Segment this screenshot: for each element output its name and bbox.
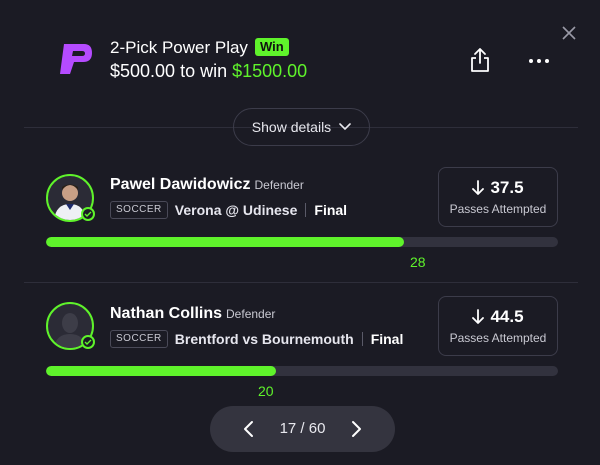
stat-type: Passes Attempted bbox=[449, 202, 547, 216]
show-details-label: Show details bbox=[251, 119, 332, 135]
more-options-icon[interactable] bbox=[527, 57, 551, 65]
player-name: Pawel Dawidowicz Defender bbox=[110, 176, 304, 194]
entry-amount: $500.00 to win bbox=[110, 61, 228, 81]
player-name-text: Pawel Dawidowicz bbox=[110, 176, 251, 193]
arrow-down-icon bbox=[472, 180, 485, 195]
app-logo-icon bbox=[60, 44, 92, 74]
entry-type: 2-Pick Power Play bbox=[110, 38, 248, 57]
result-badge: Win bbox=[254, 38, 289, 56]
matchup: Brentford vs Bournemouth bbox=[174, 331, 354, 347]
entry-title: 2-Pick Power Play Win bbox=[110, 38, 289, 58]
chevron-down-icon bbox=[339, 123, 351, 131]
verified-check-icon bbox=[81, 207, 95, 221]
stat-type: Passes Attempted bbox=[449, 331, 547, 345]
match-info: SOCCER Brentford vs Bournemouth Final bbox=[110, 330, 403, 348]
chevron-right-icon[interactable] bbox=[351, 420, 363, 438]
separator bbox=[305, 203, 307, 217]
pagination: 17 / 60 bbox=[210, 406, 395, 452]
share-icon[interactable] bbox=[469, 47, 491, 73]
progress-fill bbox=[46, 366, 277, 376]
verified-check-icon bbox=[81, 335, 95, 349]
page-counter: 17 / 60 bbox=[279, 420, 326, 437]
player-name-text: Nathan Collins bbox=[110, 305, 223, 322]
progress-track bbox=[46, 237, 558, 247]
sport-tag: SOCCER bbox=[110, 201, 168, 219]
arrow-down-icon bbox=[472, 309, 485, 324]
actual-value: 28 bbox=[410, 254, 426, 270]
projection-box: 44.5 Passes Attempted bbox=[438, 296, 558, 356]
projection-line: 37.5 bbox=[490, 178, 524, 197]
projection-box: 37.5 Passes Attempted bbox=[438, 167, 558, 227]
separator bbox=[361, 332, 363, 346]
entry-amount-line: $500.00 to win $1500.00 bbox=[110, 60, 307, 82]
player-name: Nathan Collins Defender bbox=[110, 305, 275, 323]
actual-value: 20 bbox=[258, 383, 274, 399]
show-details-button[interactable]: Show details bbox=[233, 108, 370, 146]
projection-line: 44.5 bbox=[490, 307, 524, 326]
match-info: SOCCER Verona @ Udinese Final bbox=[110, 201, 347, 219]
matchup: Verona @ Udinese bbox=[174, 202, 298, 218]
close-icon[interactable] bbox=[561, 25, 577, 41]
game-status: Final bbox=[314, 202, 348, 218]
sport-tag: SOCCER bbox=[110, 330, 168, 348]
progress-fill bbox=[46, 237, 405, 247]
payout-amount: $1500.00 bbox=[232, 61, 308, 81]
game-status: Final bbox=[370, 331, 404, 347]
divider bbox=[24, 282, 578, 283]
player-position: Defender bbox=[226, 307, 276, 321]
progress-track bbox=[46, 366, 558, 376]
player-position: Defender bbox=[254, 178, 304, 192]
